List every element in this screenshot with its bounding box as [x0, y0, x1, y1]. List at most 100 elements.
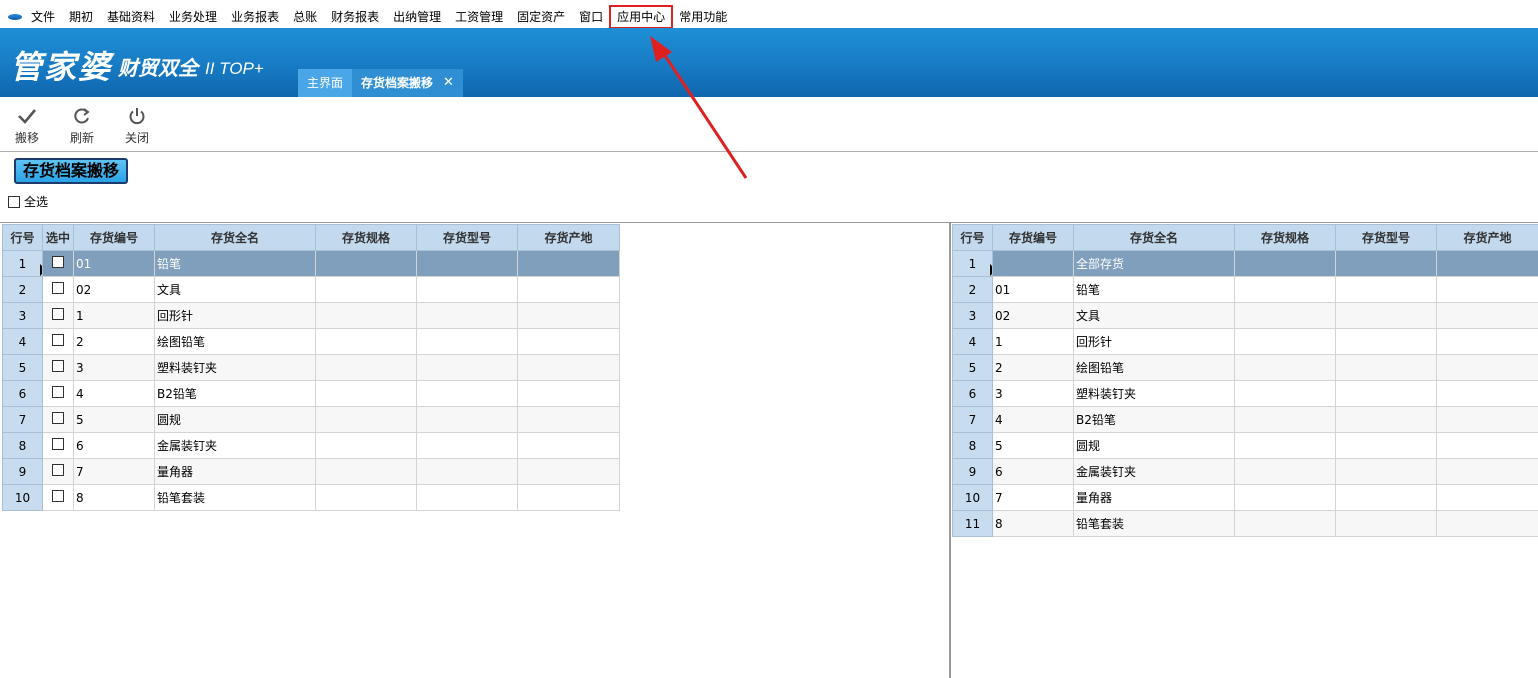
- menu-business-reports[interactable]: 业务报表: [224, 6, 286, 28]
- table-row[interactable]: 8 5 圆规: [952, 432, 1538, 459]
- cell-spec[interactable]: [1234, 276, 1336, 303]
- cell-code[interactable]: 8: [73, 484, 155, 511]
- menu-opening[interactable]: 期初: [62, 6, 100, 28]
- cell-name[interactable]: B2铅笔: [154, 380, 316, 407]
- cell-origin[interactable]: [517, 458, 620, 485]
- cell-model[interactable]: [416, 328, 518, 355]
- row-checkbox[interactable]: [52, 464, 64, 476]
- select-all-box[interactable]: [8, 195, 20, 208]
- table-row[interactable]: 6 4 B2铅笔: [2, 380, 620, 407]
- cell-model[interactable]: [416, 354, 518, 381]
- refresh-button[interactable]: 刷新: [62, 107, 102, 146]
- menu-general-ledger[interactable]: 总账: [286, 6, 324, 28]
- menu-cashier[interactable]: 出纳管理: [386, 6, 448, 28]
- cell-code[interactable]: 1: [73, 302, 155, 329]
- cell-model[interactable]: [1335, 458, 1437, 485]
- row-checkbox[interactable]: [52, 256, 64, 268]
- row-checkbox[interactable]: [52, 438, 64, 450]
- cell-spec[interactable]: [315, 432, 417, 459]
- table-row[interactable]: 4 1 回形针: [952, 328, 1538, 355]
- cell-origin[interactable]: [1436, 302, 1538, 329]
- cell-model[interactable]: [1335, 510, 1437, 537]
- cell-model[interactable]: [1335, 380, 1437, 407]
- cell-spec[interactable]: [315, 250, 417, 277]
- cell-spec[interactable]: [315, 302, 417, 329]
- menu-fixed-assets[interactable]: 固定资产: [510, 6, 572, 28]
- cell-name[interactable]: 铅笔套装: [154, 484, 316, 511]
- cell-spec[interactable]: [1234, 328, 1336, 355]
- table-row[interactable]: 2 02 文具: [2, 276, 620, 303]
- cell-code[interactable]: 4: [73, 380, 155, 407]
- cell-model[interactable]: [1335, 406, 1437, 433]
- cell-spec[interactable]: [1234, 510, 1336, 537]
- cell-model[interactable]: [1335, 250, 1437, 277]
- row-checkbox-cell[interactable]: [42, 276, 74, 303]
- cell-model[interactable]: [1335, 328, 1437, 355]
- cell-code[interactable]: 4: [992, 406, 1074, 433]
- cell-model[interactable]: [1335, 484, 1437, 511]
- cell-origin[interactable]: [1436, 510, 1538, 537]
- cell-origin[interactable]: [1436, 250, 1538, 277]
- cell-origin[interactable]: [1436, 380, 1538, 407]
- cell-name[interactable]: 文具: [1073, 302, 1235, 329]
- cell-model[interactable]: [416, 302, 518, 329]
- cell-name[interactable]: B2铅笔: [1073, 406, 1235, 433]
- cell-model[interactable]: [1335, 276, 1437, 303]
- cell-code[interactable]: 5: [73, 406, 155, 433]
- cell-code[interactable]: 01: [73, 250, 155, 277]
- cell-code[interactable]: 7: [73, 458, 155, 485]
- col-model[interactable]: 存货型号: [416, 224, 518, 251]
- table-row[interactable]: 7 4 B2铅笔: [952, 406, 1538, 433]
- row-checkbox[interactable]: [52, 334, 64, 346]
- cell-model[interactable]: [1335, 354, 1437, 381]
- cell-code[interactable]: [992, 250, 1074, 277]
- col-spec[interactable]: 存货规格: [1234, 224, 1336, 251]
- row-checkbox-cell[interactable]: [42, 354, 74, 381]
- cell-model[interactable]: [416, 458, 518, 485]
- table-row[interactable]: 9 6 金属装钉夹: [952, 458, 1538, 485]
- cell-origin[interactable]: [1436, 406, 1538, 433]
- row-checkbox[interactable]: [52, 490, 64, 502]
- cell-code[interactable]: 8: [992, 510, 1074, 537]
- close-button[interactable]: 关闭: [117, 107, 157, 146]
- cell-origin[interactable]: [517, 380, 620, 407]
- cell-model[interactable]: [1335, 302, 1437, 329]
- cell-code[interactable]: 6: [992, 458, 1074, 485]
- cell-spec[interactable]: [315, 380, 417, 407]
- cell-model[interactable]: [416, 432, 518, 459]
- cell-spec[interactable]: [315, 354, 417, 381]
- cell-origin[interactable]: [517, 302, 620, 329]
- col-row-number[interactable]: 行号: [952, 224, 993, 251]
- cell-model[interactable]: [416, 484, 518, 511]
- cell-name[interactable]: 金属装钉夹: [154, 432, 316, 459]
- cell-spec[interactable]: [1234, 484, 1336, 511]
- table-row[interactable]: 6 3 塑料装钉夹: [952, 380, 1538, 407]
- cell-name[interactable]: 文具: [154, 276, 316, 303]
- table-row[interactable]: 11 8 铅笔套装: [952, 510, 1538, 537]
- cell-name[interactable]: 量角器: [1073, 484, 1235, 511]
- row-checkbox-cell[interactable]: [42, 250, 74, 277]
- cell-code[interactable]: 7: [992, 484, 1074, 511]
- cell-code[interactable]: 2: [992, 354, 1074, 381]
- menu-common-functions[interactable]: 常用功能: [672, 6, 734, 28]
- cell-spec[interactable]: [1234, 432, 1336, 459]
- cell-code[interactable]: 5: [992, 432, 1074, 459]
- col-full-name[interactable]: 存货全名: [154, 224, 316, 251]
- panel-splitter[interactable]: [949, 222, 951, 678]
- row-checkbox-cell[interactable]: [42, 484, 74, 511]
- cell-origin[interactable]: [1436, 328, 1538, 355]
- cell-name[interactable]: 塑料装钉夹: [154, 354, 316, 381]
- menu-file[interactable]: 文件: [24, 6, 62, 28]
- cell-spec[interactable]: [1234, 380, 1336, 407]
- cell-name[interactable]: 绘图铅笔: [1073, 354, 1235, 381]
- table-row[interactable]: 2 01 铅笔: [952, 276, 1538, 303]
- cell-code[interactable]: 02: [73, 276, 155, 303]
- menu-financial-reports[interactable]: 财务报表: [324, 6, 386, 28]
- cell-name[interactable]: 圆规: [1073, 432, 1235, 459]
- tab-main[interactable]: 主界面: [298, 69, 353, 97]
- table-row[interactable]: 8 6 金属装钉夹: [2, 432, 620, 459]
- move-button[interactable]: 搬移: [7, 107, 47, 146]
- col-spec[interactable]: 存货规格: [315, 224, 417, 251]
- cell-spec[interactable]: [1234, 406, 1336, 433]
- col-origin[interactable]: 存货产地: [517, 224, 620, 251]
